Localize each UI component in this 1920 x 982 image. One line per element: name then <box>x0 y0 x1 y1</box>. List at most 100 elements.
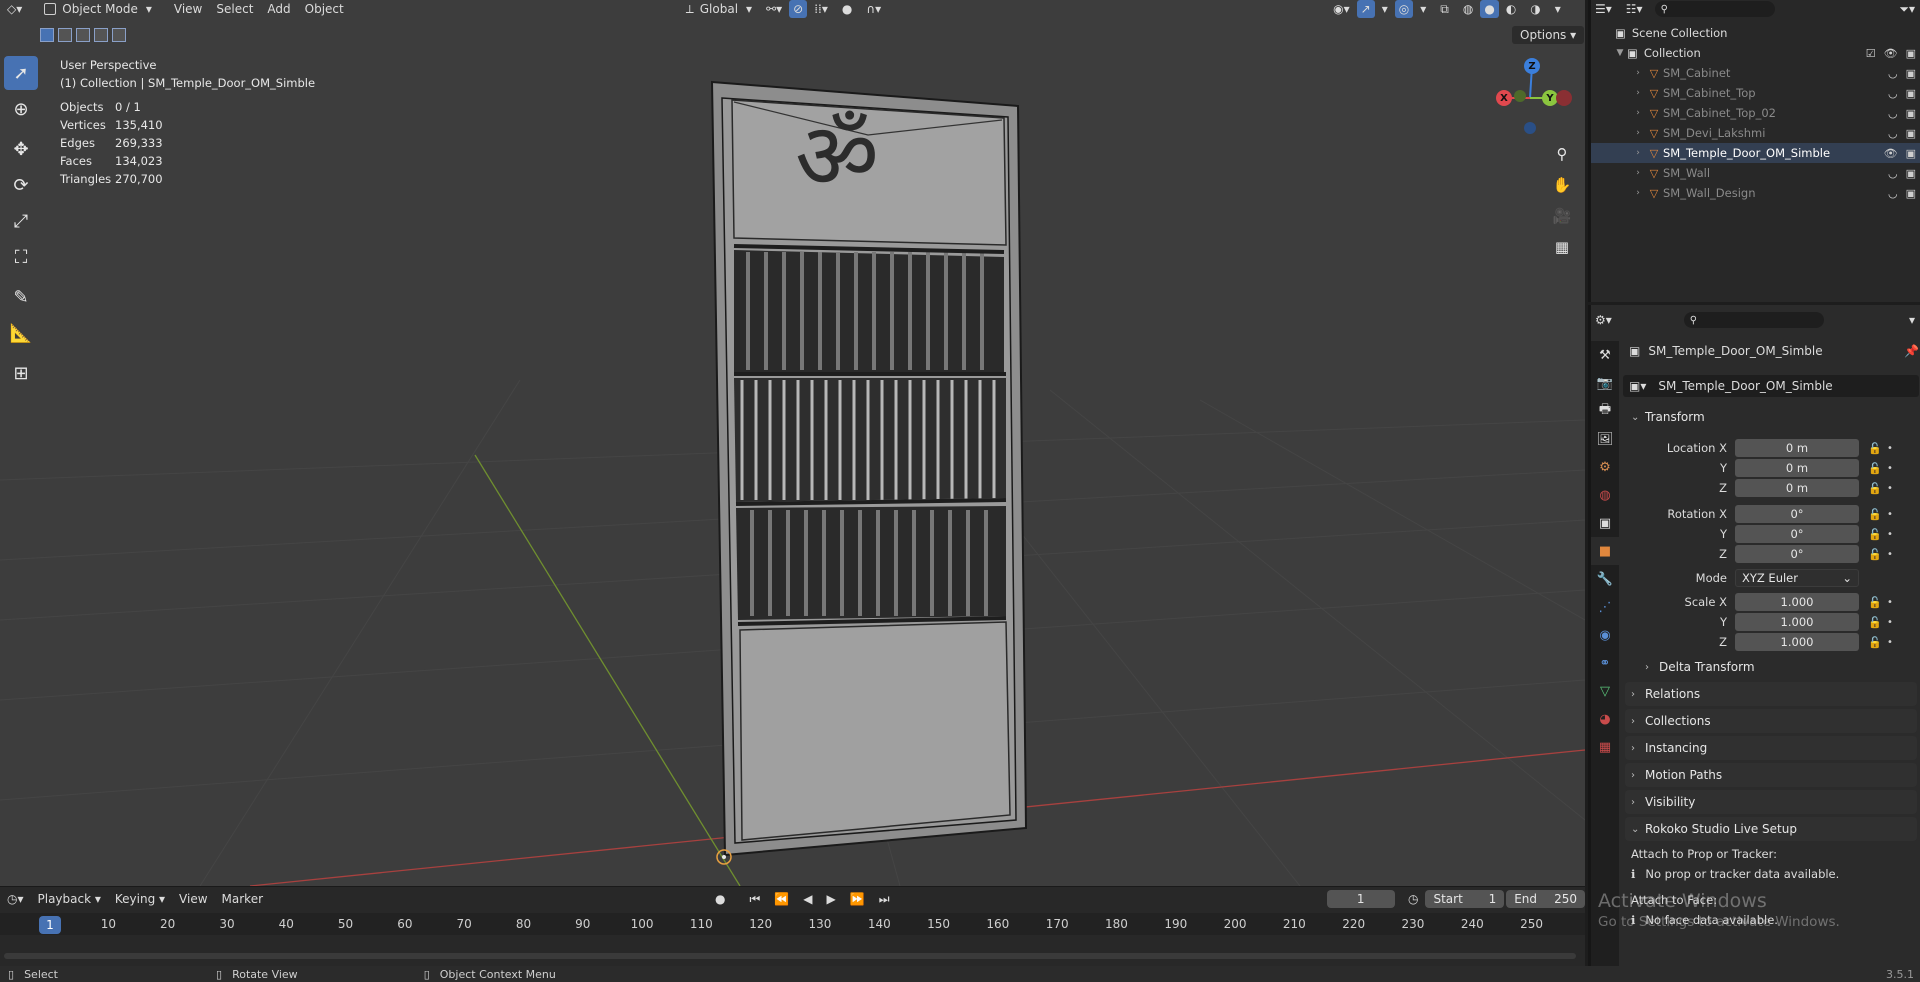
eye-closed-icon[interactable]: ◡ <box>1888 167 1898 180</box>
collection-tab-icon[interactable]: ▣ <box>1591 509 1619 537</box>
gizmo-dropdown-icon[interactable]: ▾ <box>1375 0 1395 18</box>
instancing-panel-header[interactable]: › Instancing <box>1625 736 1917 760</box>
scale-y-field[interactable]: 1.000 <box>1735 613 1859 631</box>
outliner-item[interactable]: › ▽ SM_Devi_Lakshmi ◡ ▣ <box>1591 123 1920 143</box>
prev-keyframe-icon[interactable]: ⏪ <box>767 890 796 908</box>
physics-tab-icon[interactable]: ◉ <box>1591 621 1619 649</box>
menu-object[interactable]: Object <box>298 0 351 18</box>
material-tab-icon[interactable]: ◕ <box>1591 705 1619 733</box>
output-tab-icon[interactable]: 🖶 <box>1591 397 1619 425</box>
motion-paths-panel-header[interactable]: › Motion Paths <box>1625 763 1917 787</box>
3d-viewport[interactable]: ॐ ◇▾ Object Mode ▾ View Select Add Objec… <box>0 0 1585 886</box>
select-subtract-icon[interactable] <box>76 28 90 42</box>
scene-tab-icon[interactable]: ⚙ <box>1591 453 1619 481</box>
perspective-toggle-icon[interactable]: ▦ <box>1548 233 1576 261</box>
gizmo-x-axis[interactable]: X <box>1496 90 1512 106</box>
gizmo-neg-x-axis[interactable] <box>1556 90 1572 106</box>
scale-x-field[interactable]: 1.000 <box>1735 593 1859 611</box>
rotation-y-field[interactable]: 0° <box>1735 525 1859 543</box>
texture-tab-icon[interactable]: ▦ <box>1591 733 1619 761</box>
location-z-field[interactable]: 0 m <box>1735 479 1859 497</box>
outliner-item[interactable]: › ▽ SM_Cabinet_Top_02 ◡ ▣ <box>1591 103 1920 123</box>
menu-timeline-view[interactable]: View <box>172 890 214 908</box>
delta-transform-header[interactable]: › Delta Transform <box>1639 655 1917 679</box>
add-cube-tool-icon[interactable]: ⊞ <box>4 356 38 390</box>
camera-icon[interactable]: ▣ <box>1906 87 1916 100</box>
pan-hand-icon[interactable]: ✋ <box>1548 171 1576 199</box>
material-shading-icon[interactable]: ◐ <box>1499 0 1523 18</box>
wireframe-shading-icon[interactable]: ◍ <box>1456 0 1480 18</box>
world-tab-icon[interactable]: ◍ <box>1591 481 1619 509</box>
eye-closed-icon[interactable]: ◡ <box>1888 187 1898 200</box>
xray-icon[interactable]: ⧉ <box>1433 0 1456 18</box>
transform-panel-header[interactable]: ⌄ Transform <box>1625 405 1917 429</box>
modifier-tab-icon[interactable]: 🔧 <box>1591 565 1619 593</box>
menu-add[interactable]: Add <box>260 0 297 18</box>
outliner-collection-row[interactable]: ▼ ▣ Collection ☑ 👁 ▣ <box>1591 43 1920 63</box>
expand-icon[interactable]: › <box>1631 68 1645 78</box>
rotation-z-field[interactable]: 0° <box>1735 545 1859 563</box>
expand-icon[interactable]: ▼ <box>1613 48 1627 58</box>
chevron-down-icon[interactable]: ▾ <box>1909 313 1915 327</box>
eye-closed-icon[interactable]: ◡ <box>1888 67 1898 80</box>
location-y-field[interactable]: 0 m <box>1735 459 1859 477</box>
select-box-tool-icon[interactable]: ➚ <box>4 56 38 90</box>
expand-icon[interactable]: › <box>1631 188 1645 198</box>
falloff-icon[interactable]: ∩▾ <box>859 0 888 18</box>
eye-icon[interactable]: 👁 <box>1884 147 1898 160</box>
lock-icon[interactable]: 🔓 <box>1865 442 1885 455</box>
camera-view-icon[interactable]: 🎥 <box>1548 202 1576 230</box>
measure-tool-icon[interactable]: 📐 <box>4 316 38 350</box>
checkbox-icon[interactable]: ☑ <box>1866 47 1876 60</box>
camera-icon[interactable]: ▣ <box>1906 107 1916 120</box>
lock-icon[interactable]: 🔓 <box>1865 616 1885 629</box>
expand-icon[interactable]: › <box>1631 108 1645 118</box>
gizmo-z-axis[interactable]: Z <box>1524 58 1540 74</box>
clock-icon[interactable]: ◷ <box>1401 890 1425 908</box>
zoom-icon[interactable]: ⚲ <box>1548 140 1576 168</box>
gizmo-toggle-icon[interactable]: ↗ <box>1356 0 1375 18</box>
tool-tab-icon[interactable]: ⚒ <box>1591 341 1619 369</box>
outliner-item-active[interactable]: › ▽ SM_Temple_Door_OM_Simble 👁 ▣ <box>1591 143 1920 163</box>
object-name-field[interactable]: ▣▾ SM_Temple_Door_OM_Simble <box>1623 375 1919 397</box>
expand-icon[interactable]: › <box>1631 88 1645 98</box>
pivot-icon[interactable]: ⚯▾ <box>759 0 789 18</box>
lock-icon[interactable]: 🔓 <box>1865 482 1885 495</box>
jump-start-icon[interactable]: ⏮ <box>743 890 768 908</box>
rokoko-panel-header[interactable]: ⌄ Rokoko Studio Live Setup <box>1625 817 1917 841</box>
rotation-mode-dropdown[interactable]: XYZ Euler ⌄ <box>1735 569 1859 587</box>
timeline-ruler[interactable]: 1 10 20 30 40 50 60 70 80 90 100 110 120 130 140 150 160… <box>0 913 1585 935</box>
object-tab-icon[interactable]: ■ <box>1591 537 1619 565</box>
eye-closed-icon[interactable]: ◡ <box>1888 107 1898 120</box>
gizmo-neg-z-axis[interactable] <box>1524 122 1536 134</box>
outliner-item[interactable]: › ▽ SM_Wall_Design ◡ ▣ <box>1591 183 1920 203</box>
solid-shading-icon[interactable]: ● <box>1480 0 1499 18</box>
editor-type-button[interactable]: ◇▾ <box>0 0 29 18</box>
timeline-editor-type-icon[interactable]: ◷▾ <box>0 890 31 908</box>
visibility-panel-header[interactable]: › Visibility <box>1625 790 1917 814</box>
relations-panel-header[interactable]: › Relations <box>1625 682 1917 706</box>
constraints-tab-icon[interactable]: ⚭ <box>1591 649 1619 677</box>
eye-icon[interactable]: 👁 <box>1884 47 1898 60</box>
eye-closed-icon[interactable]: ◡ <box>1888 87 1898 100</box>
current-frame-marker[interactable]: 1 <box>39 916 61 934</box>
camera-icon[interactable]: ▣ <box>1906 147 1916 160</box>
menu-select[interactable]: Select <box>209 0 260 18</box>
menu-keying[interactable]: Keying ▾ <box>108 890 172 908</box>
menu-view[interactable]: View <box>167 0 209 18</box>
camera-icon[interactable]: ▣ <box>1906 167 1916 180</box>
location-x-field[interactable]: 0 m <box>1735 439 1859 457</box>
expand-icon[interactable]: › <box>1631 168 1645 178</box>
scale-tool-icon[interactable]: ⤢ <box>4 204 38 238</box>
proportional-edit-icon[interactable]: ● <box>835 0 859 18</box>
lock-icon[interactable]: 🔓 <box>1865 548 1885 561</box>
options-button[interactable]: Options ▾ <box>1512 26 1585 44</box>
camera-icon[interactable]: ▣ <box>1906 47 1916 60</box>
camera-icon[interactable]: ▣ <box>1906 127 1916 140</box>
outliner-editor-type-icon[interactable]: ☰▾ <box>1595 2 1612 16</box>
pin-icon[interactable]: 📌 <box>1904 344 1919 358</box>
select-extend-icon[interactable] <box>58 28 72 42</box>
lock-icon[interactable]: 🔓 <box>1865 528 1885 541</box>
snap-target-icon[interactable]: ⁞⁞▾ <box>807 0 835 18</box>
shading-dropdown-icon[interactable]: ▾ <box>1548 0 1568 18</box>
